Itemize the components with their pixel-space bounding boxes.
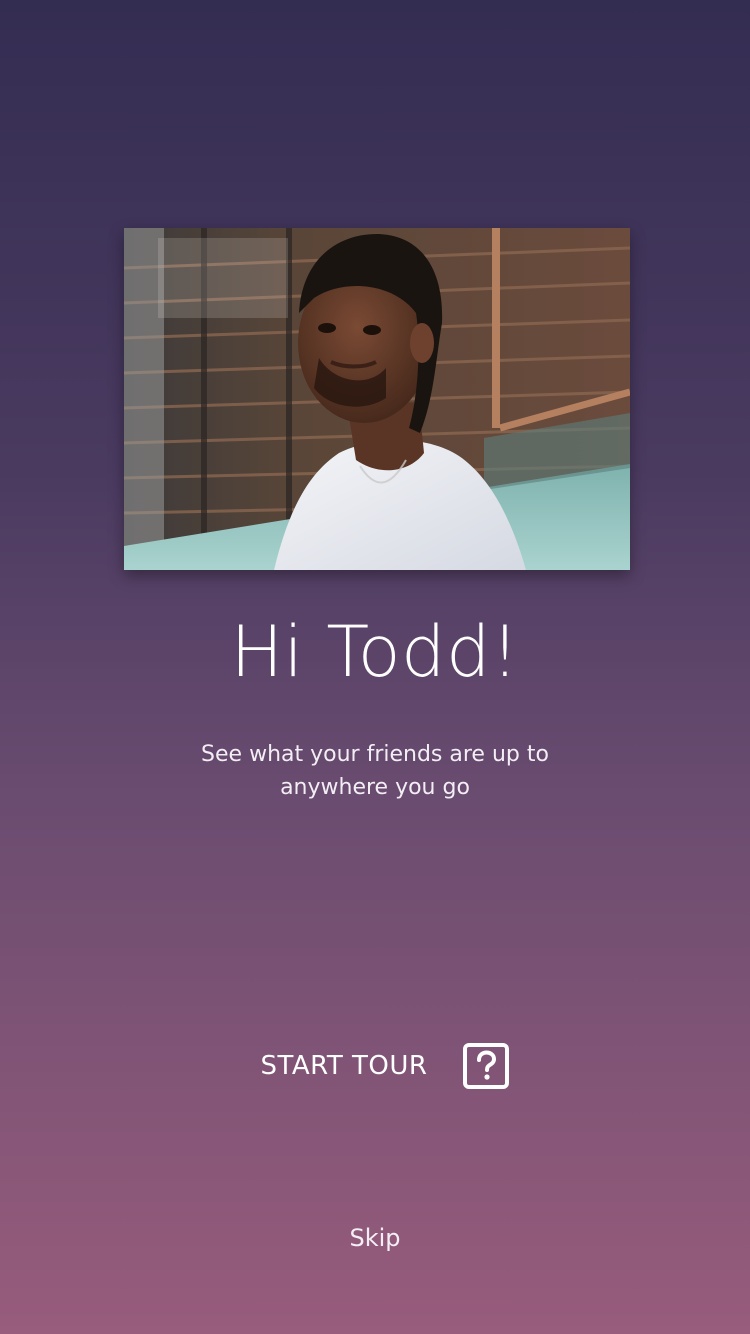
start-tour-label: START TOUR	[260, 1051, 428, 1081]
greeting-title: Hi Todd!	[230, 611, 520, 693]
question-mark-box-icon	[463, 1043, 510, 1089]
skip-button[interactable]: Skip	[300, 1218, 450, 1258]
subtitle-line-1: See what your friends are up to	[201, 742, 549, 767]
profile-photo	[124, 228, 630, 570]
onboarding-screen: Hi Todd! See what your friends are up to…	[0, 0, 750, 1334]
subtitle-line-2: anywhere you go	[280, 775, 470, 800]
greeting-subtitle: See what your friends are up to anywhere…	[175, 738, 575, 804]
profile-photo-image	[124, 228, 630, 570]
start-tour-button[interactable]: START TOUR	[240, 1030, 530, 1102]
